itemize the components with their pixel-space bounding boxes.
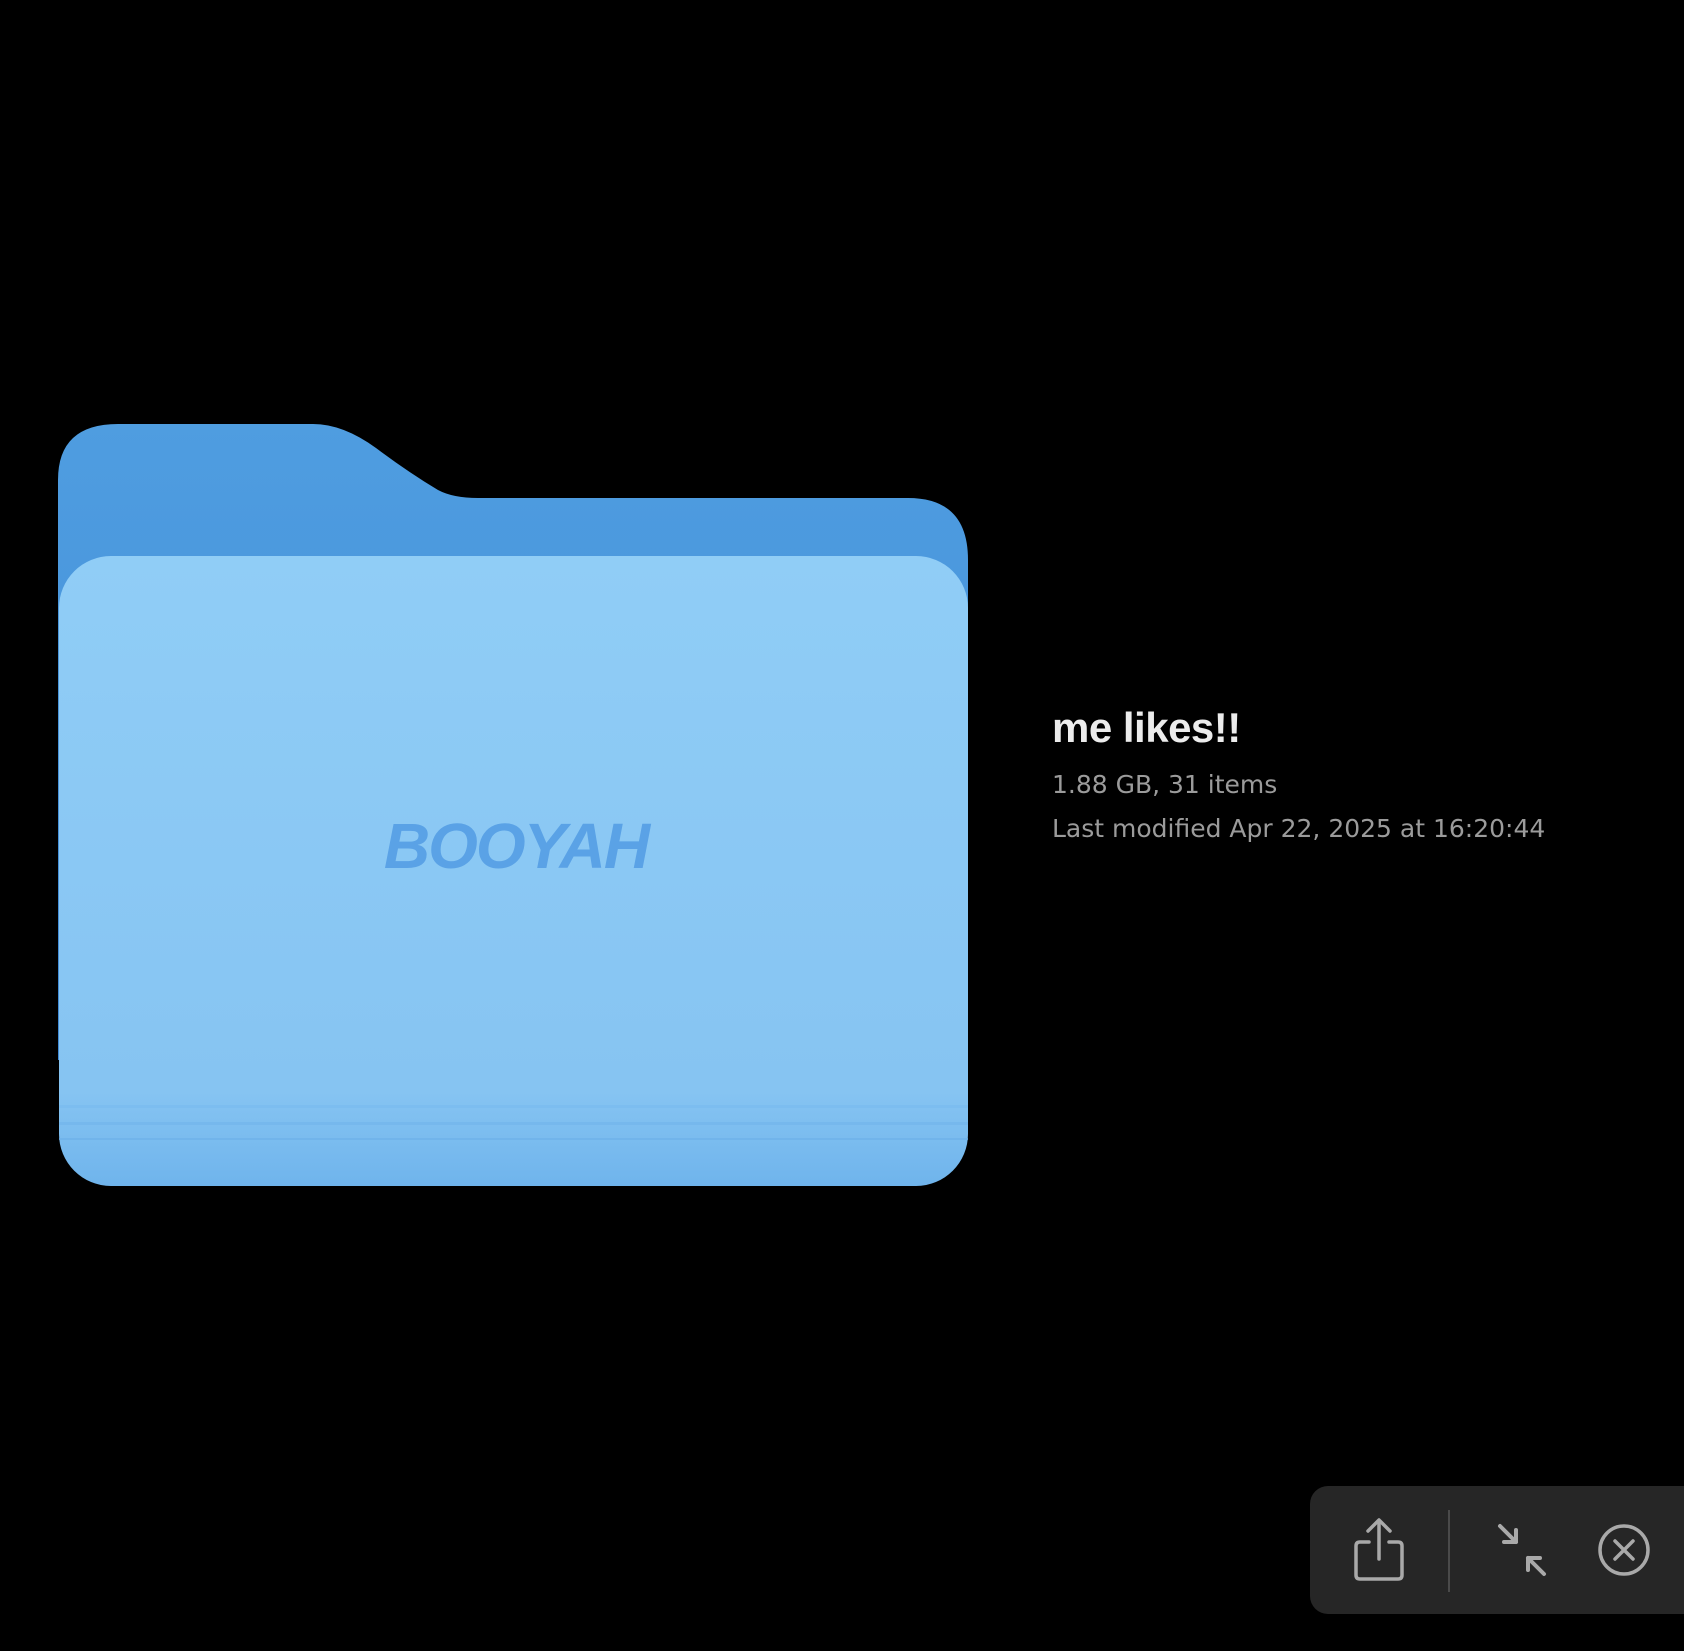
- folder-label: BOOYAH: [384, 810, 652, 882]
- last-modified: Last modified Apr 22, 2025 at 16:20:44: [1052, 814, 1546, 843]
- toolbar-divider: [1448, 1510, 1450, 1592]
- folder-icon: BOOYAH: [58, 420, 970, 1190]
- collapse-arrows-icon: [1498, 1524, 1546, 1576]
- close-button[interactable]: [1584, 1510, 1664, 1590]
- share-icon: [1354, 1518, 1404, 1581]
- file-info-panel: me likes!! 1.88 GB, 31 items Last modifi…: [1052, 702, 1652, 858]
- file-size-items: 1.88 GB, 31 items: [1052, 770, 1278, 799]
- file-name: me likes!!: [1052, 704, 1241, 751]
- close-circle-icon: [1598, 1524, 1650, 1576]
- quick-look-toolbar: [1310, 1486, 1684, 1614]
- share-button[interactable]: [1339, 1510, 1419, 1590]
- exit-fullscreen-button[interactable]: [1482, 1510, 1562, 1590]
